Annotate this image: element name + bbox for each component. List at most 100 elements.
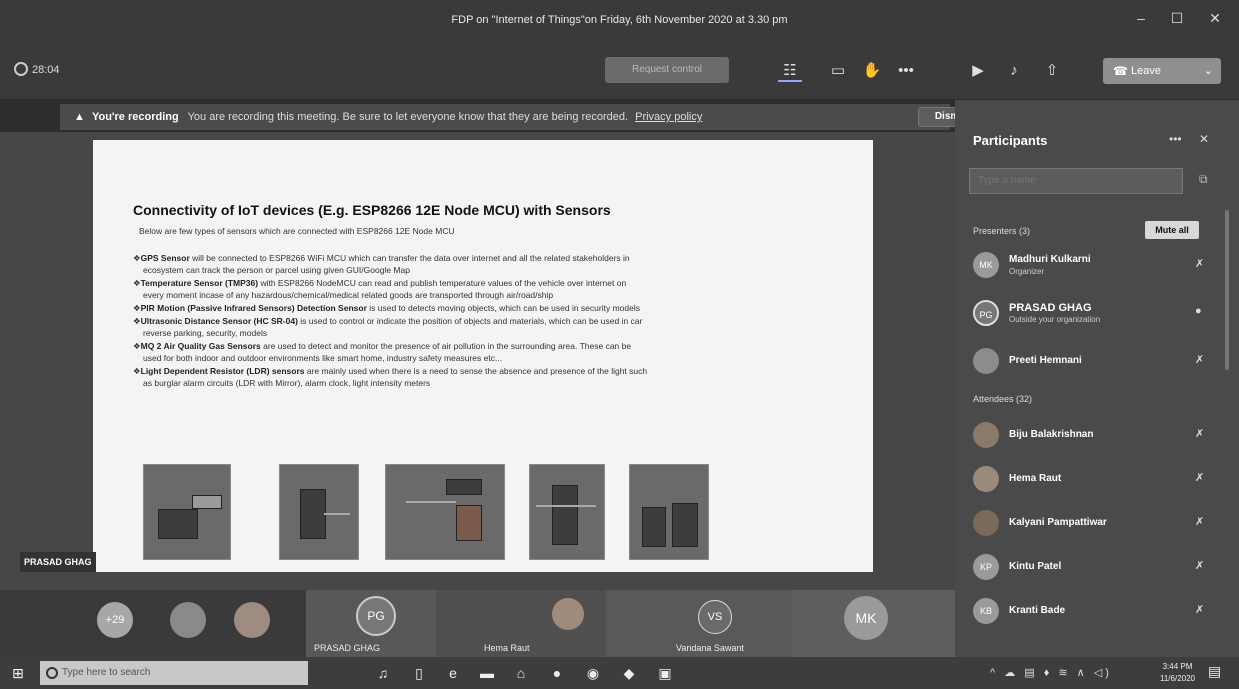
bullet-head: GPS Sensor (140, 253, 190, 263)
bullet-text: will be connected to ESP8266 WiFi MCU wh… (189, 253, 630, 263)
bullet-text: is used to control or indicate the posit… (297, 316, 643, 326)
participant-row[interactable]: Preeti Hemnani ✗ (969, 344, 1219, 378)
panel-scrollbar[interactable] (1225, 210, 1229, 370)
participant-row[interactable]: MK Madhuri Kulkarni Organizer ✗ (969, 248, 1219, 282)
bullet-text: are mainly used when there is a need to … (304, 366, 648, 376)
store-icon[interactable]: ⌂ (510, 663, 532, 683)
bullet-head: MQ 2 Air Quality Gas Sensors (140, 341, 261, 351)
bullet-text: with ESP8266 NodeMCU can read and publis… (258, 278, 627, 288)
participant-avatar (973, 510, 999, 536)
participant-row[interactable]: PG PRASAD GHAG Outside your organization… (969, 296, 1219, 330)
ultrasonic-sensor-shape (192, 495, 222, 509)
mic-on-icon: ● (1195, 305, 1202, 317)
video-tile[interactable]: PG PRASAD GHAG (306, 590, 436, 657)
window-title: FDP on "Internet of Things"on Friday, 6t… (451, 14, 788, 26)
phone-icon: ☎ (1113, 64, 1128, 78)
slide-subtitle: Below are few types of sensors which are… (139, 226, 455, 236)
teams-icon[interactable]: ◆ (618, 663, 640, 683)
clock-time: 3:44 PM (1162, 662, 1193, 671)
mic-off-icon[interactable]: ♪ (1002, 60, 1026, 82)
participant-search[interactable] (969, 168, 1183, 194)
tile-avatar: PG (356, 596, 396, 636)
chevron-down-icon[interactable]: ⌄ (1204, 58, 1213, 84)
participant-avatar[interactable] (170, 602, 206, 638)
close-window-button[interactable]: ✕ (1200, 10, 1230, 30)
meeting-toolbar: 28:04 Request control ☷ ▭ ✋ ••• ▶ ♪ ⇧ ☎ … (0, 42, 1239, 100)
clock-date: 11/6/2020 (1160, 674, 1195, 683)
share-icon[interactable]: ⇧ (1040, 60, 1064, 82)
circuit-board-shape (672, 503, 698, 547)
participant-row[interactable]: KB Kranti Bade ✗ (969, 594, 1219, 628)
tile-avatar (552, 598, 584, 630)
presenter-name-tag: PRASAD GHAG (20, 552, 96, 572)
tile-avatar: VS (698, 600, 732, 634)
more-icon[interactable]: ••• (894, 60, 918, 82)
bullet-mq2: ❖MQ 2 Air Quality Gas Sensors are used t… (133, 340, 853, 364)
mute-all-button[interactable]: Mute all (1145, 221, 1199, 239)
bullet-cont: as burglar alarm circuits (LDR with Mirr… (143, 378, 431, 388)
bullet-head: Temperature Sensor (TMP36) (140, 278, 259, 288)
panel-close-icon[interactable]: ✕ (1199, 132, 1209, 146)
slide-title: Connectivity of IoT devices (E.g. ESP826… (133, 202, 611, 218)
panel-title: Participants (973, 133, 1048, 148)
overflow-participants-button[interactable]: +29 (97, 602, 133, 638)
participant-name: Preeti Hemnani (1009, 355, 1082, 366)
system-tray-icons[interactable]: ^ ☁ ▤ ♦ ≋ ∧ ◁) (990, 666, 1112, 679)
participant-row[interactable]: KP Kintu Patel ✗ (969, 550, 1219, 584)
participant-avatar: KP (973, 554, 999, 580)
mic-off-icon: ✗ (1195, 560, 1205, 572)
tile-name: Vandana Sawant (676, 643, 744, 653)
presenters-section-label[interactable]: Presenters (3) (973, 226, 1030, 236)
firefox-icon[interactable]: ● (546, 663, 568, 683)
participants-icon[interactable]: ☷ (778, 60, 802, 82)
invite-icon[interactable]: ⧉ (1199, 172, 1208, 187)
warning-icon: ▲ (74, 111, 85, 123)
participant-avatar[interactable] (234, 602, 270, 638)
chrome-icon[interactable]: ◉ (582, 663, 604, 683)
panel-more-icon[interactable]: ••• (1169, 132, 1182, 146)
edge-browser-icon[interactable]: e (442, 663, 464, 683)
participant-name: Kranti Bade (1009, 605, 1066, 616)
participant-row[interactable]: Biju Balakrishnan ✗ (969, 418, 1219, 452)
wire-shape (406, 501, 456, 503)
participant-row[interactable]: Kalyani Pampattiwar ✗ (969, 506, 1219, 540)
tile-name: Hema Raut (484, 643, 530, 653)
participant-search-input[interactable] (978, 175, 1182, 186)
mic-off-icon: ✗ (1195, 604, 1205, 616)
windows-start-icon[interactable]: ⊞ (12, 665, 24, 682)
video-tile[interactable]: MK (792, 590, 955, 657)
bullet-head: Light Dependent Resistor (LDR) sensors (140, 366, 305, 376)
maximize-button[interactable]: ☐ (1162, 10, 1192, 30)
bullet-head: Ultrasonic Distance Sensor (HC SR-04) (140, 316, 298, 326)
notification-icon[interactable]: ▤ (1208, 663, 1221, 680)
participant-row[interactable]: Hema Raut ✗ (969, 462, 1219, 496)
raise-hand-icon[interactable]: ✋ (860, 60, 884, 82)
chat-icon[interactable]: ▭ (826, 60, 850, 82)
request-control-button[interactable]: Request control (605, 57, 729, 83)
leave-label: Leave (1131, 65, 1161, 77)
minimize-button[interactable]: – (1126, 10, 1156, 30)
taskbar-search[interactable]: Type here to search (40, 661, 308, 685)
breadboard-shape (456, 505, 482, 541)
task-view-icon[interactable]: ▯ (408, 663, 430, 683)
mic-off-icon: ✗ (1195, 354, 1205, 366)
video-tile[interactable]: VS Vandana Sawant (606, 590, 792, 657)
bullet-ldr: ❖Light Dependent Resistor (LDR) sensors … (133, 365, 853, 389)
mic-off-icon: ✗ (1195, 516, 1205, 528)
app-icon[interactable]: ▣ (654, 663, 676, 683)
taskbar-clock[interactable]: 3:44 PM 11/6/2020 (1160, 661, 1195, 685)
video-tile[interactable]: Hema Raut (436, 590, 606, 657)
wire-shape (536, 505, 596, 507)
participant-name: Biju Balakrishnan (1009, 429, 1094, 440)
attendees-section-label[interactable]: Attendees (32) (973, 394, 1032, 404)
privacy-policy-link[interactable]: Privacy policy (635, 111, 702, 123)
microphone-icon[interactable]: ♫ (372, 663, 394, 683)
tile-avatar: MK (844, 596, 888, 640)
participant-name: Kalyani Pampattiwar (1009, 517, 1107, 528)
cortana-icon (46, 667, 58, 679)
leave-button[interactable]: ☎ Leave ⌄ (1103, 58, 1221, 84)
file-explorer-icon[interactable]: ▬ (476, 663, 498, 683)
recording-heading: You're recording (91, 111, 179, 123)
circuit-board-shape (300, 489, 326, 539)
camera-off-icon[interactable]: ▶ (966, 60, 990, 82)
